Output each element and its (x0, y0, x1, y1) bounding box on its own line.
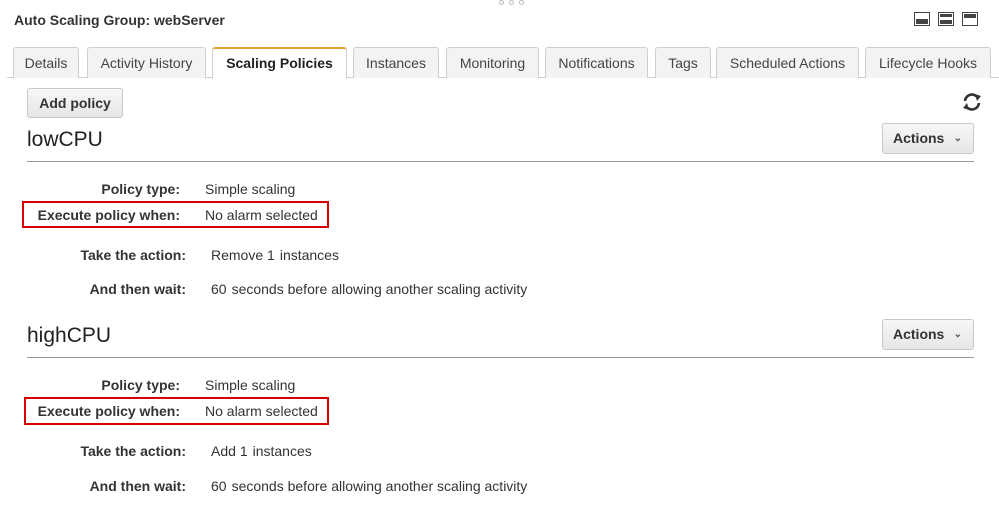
drag-handle[interactable] (499, 0, 524, 5)
actions-dropdown-button[interactable]: Actions ⌄ (882, 319, 974, 350)
tab-scaling-policies[interactable]: Scaling Policies (212, 47, 347, 79)
then-wait-label: And then wait: (89, 281, 186, 297)
tab-activity-history[interactable]: Activity History (87, 47, 206, 78)
action-verb: Add (211, 443, 236, 459)
execute-when-label: Execute policy when: (37, 207, 180, 223)
wait-text: seconds before allowing another scaling … (231, 478, 528, 494)
tab-bar: Details Activity History Scaling Policie… (7, 47, 999, 79)
tab-instances[interactable]: Instances (353, 47, 439, 78)
policy-type-value: Simple scaling (205, 181, 296, 197)
policy-type-label: Policy type: (101, 181, 180, 197)
wait-seconds: 60 (211, 478, 227, 494)
panel-title: Auto Scaling Group: webServer (14, 12, 225, 28)
section-divider (27, 161, 974, 162)
maximize-panel-icon[interactable] (962, 12, 978, 26)
take-action-value: Add 1 instances (211, 443, 312, 459)
action-verb: Remove (211, 247, 264, 263)
refresh-icon[interactable] (961, 91, 983, 113)
tab-monitoring[interactable]: Monitoring (446, 47, 539, 78)
tab-details[interactable]: Details (13, 47, 79, 78)
action-count: 1 (267, 247, 275, 263)
chevron-down-icon: ⌄ (953, 133, 962, 144)
policy-name: highCPU (27, 324, 112, 347)
section-divider (27, 357, 974, 358)
actions-dropdown-button[interactable]: Actions ⌄ (882, 123, 974, 154)
tab-lifecycle-hooks[interactable]: Lifecycle Hooks (865, 47, 991, 78)
take-action-value: Remove 1 instances (211, 247, 339, 263)
action-count: 1 (239, 443, 248, 459)
actions-label: Actions (893, 130, 945, 146)
restore-panel-icon[interactable] (938, 12, 954, 26)
execute-when-value: No alarm selected (205, 207, 318, 223)
execute-when-label: Execute policy when: (37, 403, 180, 419)
then-wait-value: 60 seconds before allowing another scalin… (211, 478, 527, 494)
tab-tags[interactable]: Tags (655, 47, 711, 78)
then-wait-label: And then wait: (89, 478, 186, 494)
action-unit: instances (279, 247, 339, 263)
policy-type-value: Simple scaling (205, 377, 296, 393)
tab-scheduled-actions[interactable]: Scheduled Actions (716, 47, 859, 78)
take-action-label: Take the action: (80, 247, 186, 263)
window-controls (914, 12, 978, 26)
chevron-down-icon: ⌄ (953, 329, 962, 340)
action-unit: instances (252, 443, 312, 459)
wait-text: seconds before allowing another scaling … (231, 281, 528, 297)
policy-type-label: Policy type: (101, 377, 180, 393)
minimize-panel-icon[interactable] (914, 12, 930, 26)
then-wait-value: 60 seconds before allowing another scalin… (211, 281, 527, 297)
wait-seconds: 60 (211, 281, 227, 297)
add-policy-button[interactable]: Add policy (27, 88, 123, 118)
take-action-label: Take the action: (80, 443, 186, 459)
policy-name: lowCPU (27, 128, 103, 151)
execute-when-value: No alarm selected (205, 403, 318, 419)
actions-label: Actions (893, 326, 945, 342)
tab-notifications[interactable]: Notifications (545, 47, 648, 78)
